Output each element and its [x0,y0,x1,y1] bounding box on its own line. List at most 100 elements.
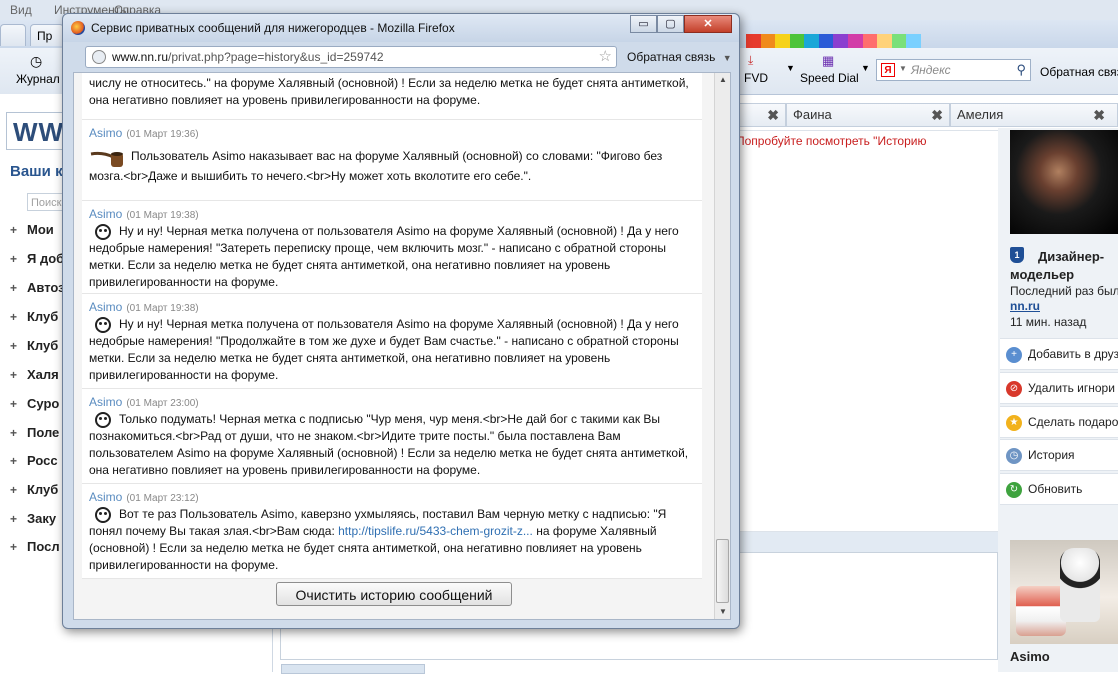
expand-plus-icon[interactable]: + [10,540,19,554]
black-mark-skull-icon [95,316,111,333]
site-logo[interactable]: WW [6,112,66,150]
color-swatch [877,34,892,48]
clear-history-button[interactable]: Очистить историю сообщений [276,582,512,606]
remove-ignore-label: Удалить игнори [1028,381,1115,395]
asimo-caption: Asimo [1010,649,1050,664]
scrollbar-thumb[interactable] [716,539,729,603]
message-author[interactable]: Asimo [89,490,122,504]
url-text[interactable]: www.nn.ru/privat.php?page=history&us_id=… [112,50,384,64]
message-text: Ну и ну! Черная метка получена от пользо… [89,317,679,382]
user-photo [1010,130,1118,234]
sidebar-item[interactable]: + Поле [10,425,59,440]
popup-titlebar[interactable]: Сервис приватных сообщений для нижегород… [63,14,739,42]
remove-ignore-button[interactable]: ⊘ Удалить игнори [1000,372,1118,404]
history-clock-icon[interactable]: ◷ [30,53,42,70]
sidebar-item[interactable]: + Посл [10,539,60,554]
color-swatch [891,34,907,48]
sidebar-item[interactable]: + Суро [10,396,59,411]
sidebar-item[interactable]: + Я доб [10,251,64,266]
sidebar-item[interactable]: + Мои [10,222,54,237]
expand-plus-icon[interactable]: + [10,223,19,237]
expand-plus-icon[interactable]: + [10,397,19,411]
sidebar-item[interactable]: + Заку [10,511,56,526]
sidebar-item[interactable]: + Халя [10,367,59,382]
sidebar-item[interactable]: + Клуб [10,309,58,324]
refresh-label: Обновить [1028,482,1083,496]
feedback-label: Обратная связь [627,50,716,64]
yandex-logo-icon: Я [881,63,895,77]
url-bar[interactable]: www.nn.ru/privat.php?page=history&us_id=… [85,46,617,68]
expand-plus-icon[interactable]: + [10,310,19,324]
background-tab-1[interactable] [0,24,26,46]
minimize-button[interactable]: ▭ [630,15,657,33]
block-icon: ⊘ [1006,380,1022,397]
chevron-down-icon[interactable]: ▼ [899,64,907,73]
sidebar-item-label: Росс [27,453,58,468]
expand-plus-icon[interactable]: + [10,512,19,526]
expand-plus-icon[interactable]: + [10,281,19,295]
message-history-content: числу не относитесь." на форуме Халявный… [73,72,731,620]
sidebar-item-label: Мои [27,222,54,237]
profile-site-link[interactable]: nn.ru [1010,299,1040,313]
message-author[interactable]: Asimo [89,300,122,314]
make-gift-button[interactable]: ★ Сделать подаро [1000,406,1118,438]
chat-tab-label: Амелия [957,107,1004,122]
refresh-button[interactable]: ↻ Обновить [1000,473,1118,505]
message-date: (01 Март 23:00) [126,398,199,409]
menu-item-view[interactable]: Вид [10,3,32,17]
chevron-down-icon[interactable]: ▼ [786,63,795,73]
message-text: Пользователь Asimo наказывает вас на фор… [89,149,663,183]
expand-plus-icon[interactable]: + [10,426,19,440]
expand-plus-icon[interactable]: + [10,339,19,353]
message-date: (01 Март 19:38) [126,303,199,314]
bookmark-star-icon[interactable]: ☆ [599,47,612,65]
yandex-search-input[interactable]: Яндекс [911,63,951,77]
chevron-down-icon[interactable]: ▼ [861,63,870,73]
chat-tab-partial[interactable]: ✖ [736,103,786,127]
chat-tab-faina[interactable]: Фаина ✖ [786,103,950,127]
maximize-button[interactable]: ▢ [657,15,684,33]
private-messages-popup: Сервис приватных сообщений для нижегород… [62,13,740,629]
message-author[interactable]: Asimo [89,207,122,221]
feedback-button[interactable]: Обратная связь ▼ [627,50,732,64]
sidebar-item[interactable]: + Автоз [10,280,65,295]
scroll-down-arrow-icon[interactable]: ▼ [719,607,727,616]
journal-button[interactable]: Журнал [16,72,60,86]
sidebar-item[interactable]: + Росс [10,453,58,468]
fvd-icon: ⤓ [748,53,754,67]
vertical-scrollbar[interactable]: ▲ ▼ [714,73,730,619]
color-swatch [760,34,776,48]
color-swatch [833,34,849,48]
fvd-button[interactable]: FVD [744,71,768,85]
sidebar-item[interactable]: + Клуб [10,338,58,353]
speed-dial-button[interactable]: Speed Dial [800,71,859,85]
color-swatch [862,34,878,48]
history-button[interactable]: ◷ История [1000,439,1118,471]
message-author[interactable]: Asimo [89,126,122,140]
expand-plus-icon[interactable]: + [10,483,19,497]
sidebar-item-label: Суро [27,396,60,411]
color-swatch [789,34,805,48]
message-link[interactable]: http://tipslife.ru/5433-chem-grozit-z... [338,524,533,538]
close-icon[interactable]: ✖ [767,104,779,126]
sidebar-item[interactable]: + Клуб [10,482,58,497]
profile-last-seen-ago: 11 мин. назад [1010,315,1087,329]
chat-tab-amelia[interactable]: Амелия ✖ [950,103,1118,127]
bottom-tab[interactable] [281,664,425,674]
scroll-up-arrow-icon[interactable]: ▲ [719,75,727,84]
sidebar-search-input[interactable]: Поиск [27,193,67,211]
expand-plus-icon[interactable]: + [10,454,19,468]
message-author[interactable]: Asimo [89,395,122,409]
add-friend-button[interactable]: + Добавить в друз [1000,338,1118,370]
close-icon[interactable]: ✖ [1093,104,1105,126]
search-icon[interactable]: ⚲ [1016,62,1026,78]
close-window-button[interactable]: ✕ [684,15,732,33]
expand-plus-icon[interactable]: + [10,368,19,382]
yandex-search-box[interactable]: Я ▼ Яндекс ⚲ [876,59,1031,81]
toolbar-feedback-button[interactable]: Обратная связь [1040,65,1118,79]
profile-title: Дизайнер-модельер [1010,249,1105,282]
expand-plus-icon[interactable]: + [10,252,19,266]
background-tab-2[interactable]: Пр [30,24,64,46]
message-author-line: Asimo (01 Март 19:36) [89,126,199,140]
close-icon[interactable]: ✖ [931,104,943,126]
